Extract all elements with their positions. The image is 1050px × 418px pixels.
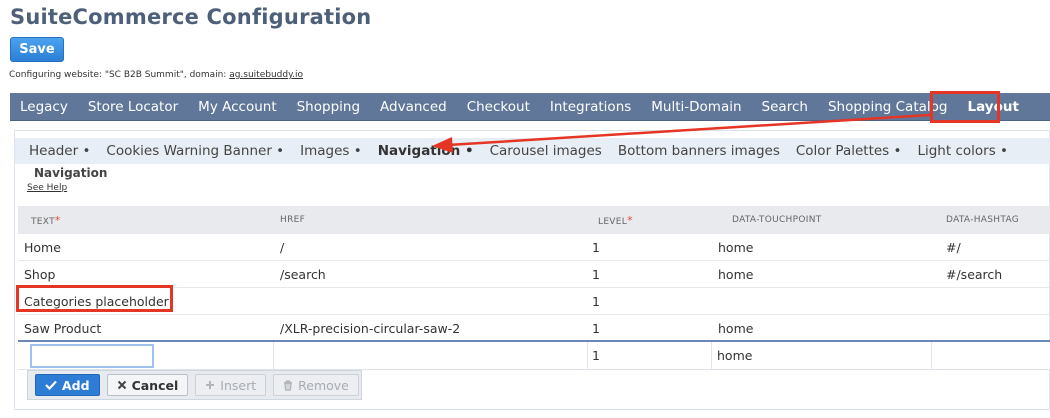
col-header-data-hashtag: DATA-HASHTAG [946,215,1020,225]
subtab-carousel-images[interactable]: Carousel images [482,143,610,159]
tab-store-locator[interactable]: Store Locator [78,93,188,121]
text-input[interactable] [30,343,154,368]
cell-level: 1 [592,239,600,255]
insert-button[interactable]: Insert [195,374,267,396]
col-header-href: HREF [280,215,306,225]
tab-my-account[interactable]: My Account [188,93,286,121]
tab-checkout[interactable]: Checkout [457,93,540,121]
edit-cell-text [18,341,274,370]
cell-text: Saw Product [24,320,102,336]
top-nav-bar: Legacy Store Locator My Account Shopping… [10,93,1050,121]
domain-link[interactable]: ag.suitebuddy.io [229,70,303,80]
table-row[interactable]: Shop /search 1 home #/search [18,261,1050,288]
subtab-light-colors[interactable]: Light colors • [909,143,1016,159]
tab-shopping[interactable]: Shopping [287,93,370,121]
see-help-link[interactable]: See Help [27,183,67,193]
grid-header: TEXT* HREF LEVEL* DATA-TOUCHPOINT DATA-H… [18,206,1050,234]
subtab-color-palettes[interactable]: Color Palettes • [788,143,910,159]
check-icon [45,380,57,390]
configuring-website-line: Configuring website: "SC B2B Summit", do… [9,70,303,80]
remove-button[interactable]: Remove [273,374,359,396]
categories-placeholder-highlight [16,285,173,312]
subtab-cookies-warning-banner[interactable]: Cookies Warning Banner • [98,143,292,159]
edit-cell-level[interactable]: 1 [588,341,712,370]
cell-href: / [280,239,285,255]
tab-integrations[interactable]: Integrations [540,93,641,121]
cell-level: 1 [592,320,600,336]
cell-hashtag: #/search [946,266,1003,282]
tab-legacy[interactable]: Legacy [10,93,78,121]
required-marker: * [627,213,633,227]
layout-tab-highlight [930,91,1000,123]
required-marker: * [54,213,61,227]
add-button[interactable]: Add [35,374,100,396]
tab-search[interactable]: Search [752,93,818,121]
navigation-grid: TEXT* HREF LEVEL* DATA-TOUCHPOINT DATA-H… [18,206,1050,342]
section-title: Navigation [34,166,108,180]
trash-icon [284,379,293,391]
col-header-level: LEVEL* [598,213,633,227]
cell-text: Shop [24,266,56,282]
cell-touchpoint: home [718,320,754,336]
remove-label: Remove [298,377,349,393]
config-prefix: Configuring website: "SC B2B Summit", do… [9,70,230,80]
cell-text: Home [24,239,61,255]
subtab-images[interactable]: Images • [292,143,370,159]
add-label: Add [62,377,90,393]
close-icon [117,380,126,390]
edit-cell-hashtag[interactable] [932,342,1050,370]
subtab-header[interactable]: Header • [21,143,98,159]
cancel-label: Cancel [131,377,179,393]
plus-icon [206,381,215,389]
col-header-data-touchpoint: DATA-TOUCHPOINT [732,215,822,225]
insert-label: Insert [220,377,257,393]
edit-cell-href[interactable] [274,341,588,370]
edit-row: 1 home [18,340,1050,370]
cell-touchpoint: home [718,239,754,255]
cell-level: 1 [592,266,600,282]
cell-level: 1 [592,293,600,309]
cell-hashtag: #/ [946,239,961,255]
col-header-text: TEXT* [31,213,61,227]
cell-href: /XLR-precision-circular-saw-2 [280,320,461,336]
cell-href: /search [280,266,326,282]
save-button[interactable]: Save [10,37,64,62]
tab-advanced[interactable]: Advanced [370,93,457,121]
subtab-navigation[interactable]: Navigation • [370,143,482,159]
table-row[interactable]: Saw Product /XLR-precision-circular-saw-… [18,315,1050,342]
row-action-bar: Add Cancel Insert Remove [27,370,362,400]
cell-touchpoint: home [718,266,754,282]
tab-multi-domain[interactable]: Multi-Domain [641,93,751,121]
sub-tab-bar: Header • Cookies Warning Banner • Images… [15,138,1050,164]
subtab-bottom-banners-images[interactable]: Bottom banners images [610,143,788,159]
edit-cell-touchpoint[interactable]: home [712,341,932,370]
cancel-button[interactable]: Cancel [106,374,189,396]
page-title: SuiteCommerce Configuration [10,5,372,29]
table-row[interactable]: Home / 1 home #/ [18,234,1050,261]
